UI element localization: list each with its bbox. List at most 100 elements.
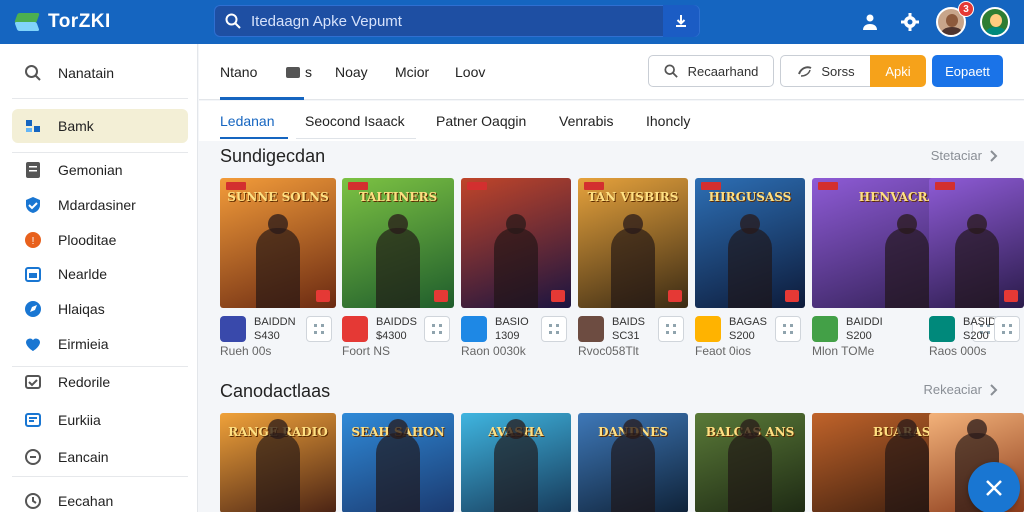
sidebar-item-bank[interactable]: Bamk: [12, 109, 188, 143]
game-cover-image[interactable]: SEAH SAHON: [342, 413, 454, 512]
game-cover-image[interactable]: [461, 178, 571, 308]
platform-badge-icon: [316, 290, 330, 302]
install-button[interactable]: [424, 316, 450, 342]
tab-files[interactable]: s: [285, 64, 312, 80]
profile-avatar[interactable]: [980, 7, 1010, 37]
character-illustration: [885, 214, 929, 308]
inbox-icon: [24, 373, 42, 391]
character-illustration: [954, 214, 999, 308]
sidebar-item-shield[interactable]: Mdardasiner: [12, 188, 188, 222]
app-logo[interactable]: TorZKI: [14, 11, 210, 33]
sidebar-item-heart[interactable]: Eirmieia: [12, 327, 188, 361]
game-card[interactable]: SUNNE SOLNS BAIDDN S430 Rueh 00s: [220, 178, 336, 364]
game-cover-image[interactable]: [929, 178, 1024, 308]
character-illustration: [611, 214, 655, 308]
install-button[interactable]: [306, 316, 332, 342]
install-button[interactable]: [658, 316, 684, 342]
game-cover-image[interactable]: TAN VISBIRS: [578, 178, 688, 308]
game-card[interactable]: BASIO 1309 Raon 0030k: [461, 178, 571, 364]
tab-ntano[interactable]: Ntano: [220, 64, 257, 80]
character-illustration: [494, 214, 538, 308]
game-meta: BAIDDS $4300 Foort NS: [342, 314, 454, 364]
game-cover-image[interactable]: HIRGUSASS: [695, 178, 805, 308]
install-button[interactable]: [775, 316, 801, 342]
sidebar-item-refresh[interactable]: Eancain: [12, 440, 188, 474]
sidebar-item-label: Redorile: [58, 374, 111, 390]
game-cover-image[interactable]: AVASHA: [461, 413, 571, 512]
game-meta: BASIDS S200 Raos 000s: [929, 314, 1024, 364]
game-cover-image[interactable]: RANGE RADIO: [220, 413, 336, 512]
character-illustration: [728, 214, 772, 308]
install-button[interactable]: [994, 316, 1020, 342]
sidebar-item-document[interactable]: Gemonian: [12, 153, 188, 187]
sidebar-item-badge[interactable]: ! Plooditae: [12, 223, 188, 257]
install-button[interactable]: [541, 316, 567, 342]
see-all-link[interactable]: Stetaciar: [931, 148, 998, 163]
settings-button[interactable]: [896, 8, 924, 36]
platform-badge-icon: [668, 290, 682, 302]
game-line1: BASIO: [495, 316, 529, 328]
people-button[interactable]: [856, 8, 884, 36]
subtab-partner[interactable]: Patner Oaqgin: [436, 113, 526, 129]
sidebar-item-label: Eurkiia: [58, 412, 101, 428]
sidebar-item-label: Nanatain: [58, 65, 115, 81]
section-title: Canodactlaas: [220, 381, 331, 401]
game-line1: BAGAS: [729, 316, 767, 328]
game-cover-title: HIRGUSASS: [708, 190, 792, 204]
sidebar-item-compass[interactable]: Hlaiqas: [12, 292, 188, 326]
game-card[interactable]: BALCAS ANS: [695, 413, 805, 512]
badge-tag: [818, 182, 838, 190]
sidebar-item-inbox[interactable]: Redorile: [12, 365, 188, 399]
character-illustration: [728, 419, 772, 512]
subtab-divider: [296, 138, 416, 139]
game-price: S200: [729, 330, 755, 342]
refresh-icon: [24, 448, 42, 466]
sub-tab-bar: Ledanan Seocond Isaack Patner Oaqgin Ven…: [199, 101, 1024, 141]
svg-text:!: !: [32, 236, 35, 247]
sidebar-item-calendar[interactable]: Nearlde: [12, 257, 188, 291]
tab-noay[interactable]: Noay: [335, 64, 368, 80]
subtab-venrabis[interactable]: Venrabis: [559, 113, 613, 129]
game-card[interactable]: DANDNES: [578, 413, 688, 512]
game-card[interactable]: AVASHA: [461, 413, 571, 512]
tab-mcior[interactable]: Mcior: [395, 64, 429, 80]
subtab-ledanan[interactable]: Ledanan: [220, 113, 275, 129]
game-card[interactable]: BASIDS S200 Raos 000s: [929, 178, 1024, 364]
apply-button[interactable]: Apki: [870, 55, 926, 87]
game-subtitle: Feaot 0ios: [695, 344, 752, 358]
report-button[interactable]: Eopaett: [932, 55, 1003, 87]
game-card[interactable]: RANGE RADIO: [220, 413, 336, 512]
sidebar-item-label: Eirmieia: [58, 336, 109, 352]
character-illustration: [376, 419, 420, 512]
voice-search-button[interactable]: [663, 5, 699, 37]
sidebar-item-search[interactable]: Nanatain: [12, 56, 188, 90]
link-icon: [798, 66, 812, 77]
game-card[interactable]: SEAH SAHON: [342, 413, 454, 512]
game-thumbnail: [929, 316, 955, 342]
sidebar-item-flag[interactable]: Eurkiia: [12, 403, 188, 437]
source-button-label: Sorss: [821, 63, 855, 79]
search-input[interactable]: [251, 12, 651, 30]
game-thumbnail: [578, 316, 604, 342]
game-card[interactable]: TAN VISBIRS BAIDS SC31 Rvoc058Tlt: [578, 178, 688, 364]
recent-button[interactable]: Recaarhand: [648, 55, 774, 87]
game-cover-image[interactable]: BALCAS ANS: [695, 413, 805, 512]
game-card[interactable]: HIRGUSASS BAGAS S200 Feaot 0ios: [695, 178, 805, 364]
search-icon: [225, 13, 241, 29]
game-cover-image[interactable]: DANDNES: [578, 413, 688, 512]
game-subtitle: Mlon TOMe: [812, 344, 875, 358]
source-button[interactable]: Sorss: [780, 55, 872, 87]
game-price: S200: [963, 330, 989, 342]
game-cover-image[interactable]: SUNNE SOLNS: [220, 178, 336, 308]
floating-action-button[interactable]: [968, 462, 1020, 512]
game-card[interactable]: TALTINERS BAIDDS $4300 Foort NS: [342, 178, 454, 364]
sidebar-item-clock[interactable]: Eecahan: [12, 484, 188, 512]
grid-icon: [1002, 324, 1012, 334]
subtab-second[interactable]: Seocond Isaack: [305, 113, 405, 129]
game-line1: BAIDDN: [254, 316, 296, 328]
calendar-icon: [24, 265, 42, 283]
see-all-link[interactable]: Rekeaciar: [923, 382, 998, 397]
tab-loov[interactable]: Loov: [455, 64, 485, 80]
game-cover-image[interactable]: TALTINERS: [342, 178, 454, 308]
subtab-ihoncly[interactable]: Ihoncly: [646, 113, 690, 129]
